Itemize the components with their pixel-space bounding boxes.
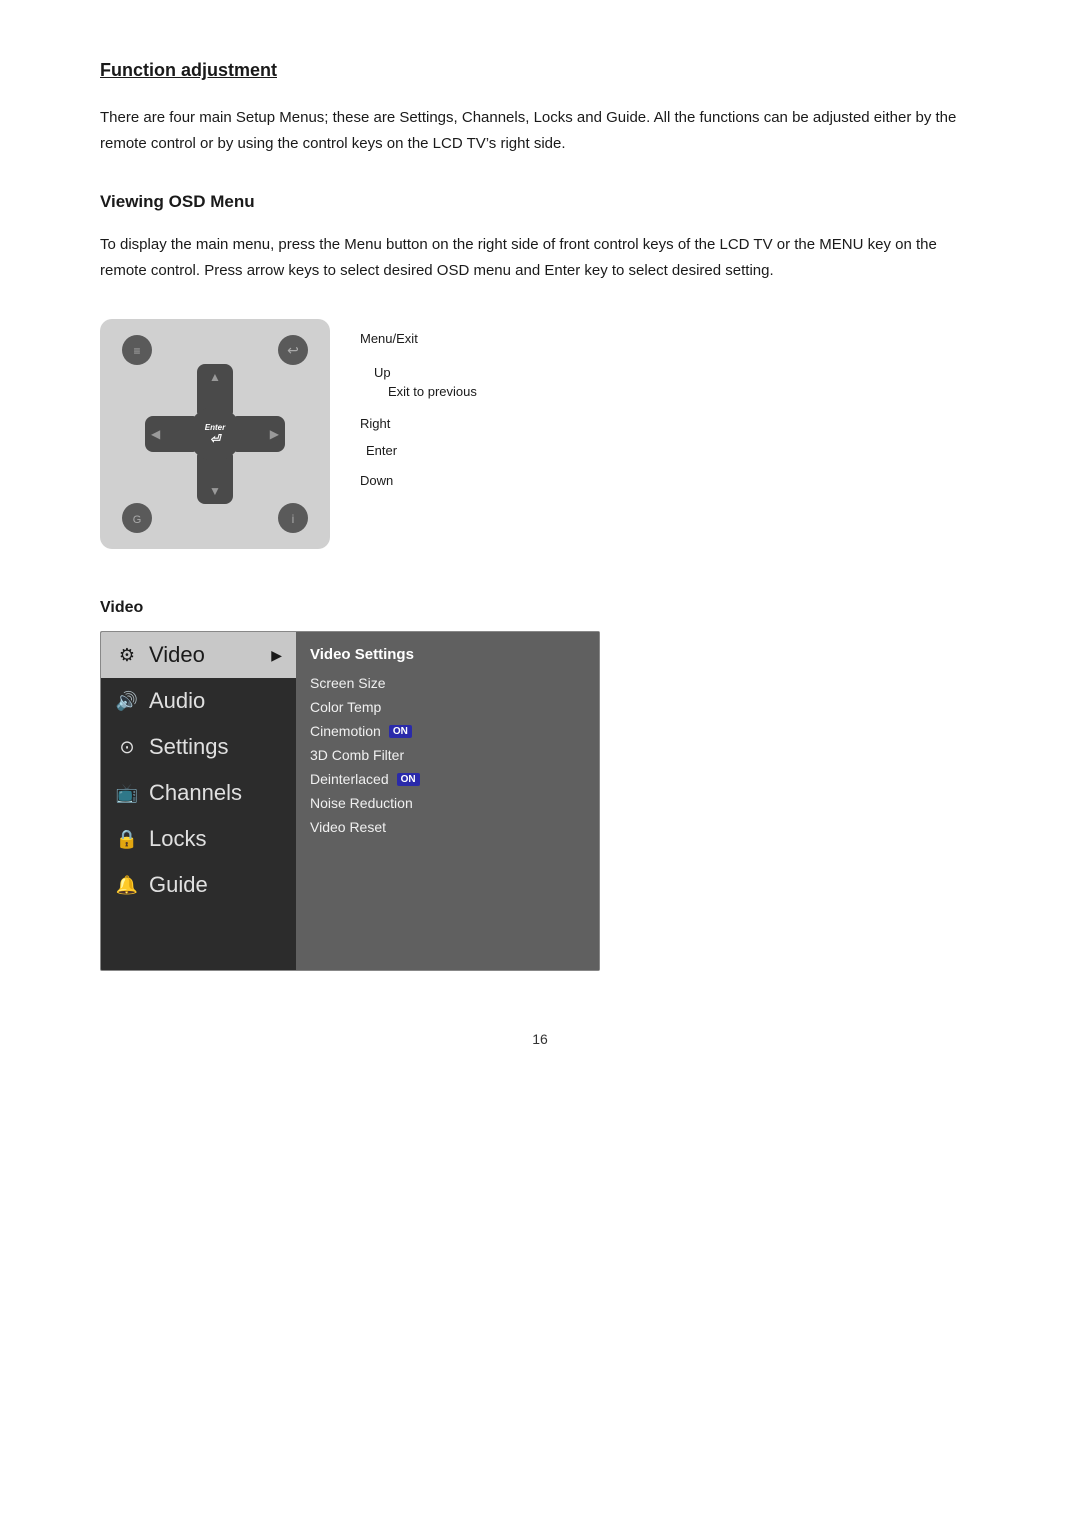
osd-right-panel: Video Settings Screen Size Color Temp Ci… <box>296 632 599 970</box>
bottom-right-button: i <box>278 503 308 533</box>
channels-label: Channels <box>149 780 242 806</box>
label-right: Right <box>360 416 390 431</box>
dpad-right: ▶ <box>235 416 285 452</box>
locks-label: Locks <box>149 826 206 852</box>
label-down: Down <box>360 473 393 488</box>
remote-diagram: ≡ ↩ ▲ ▼ ◀ ▶ Enter ⏎ <box>100 319 980 549</box>
settings-icon: ⊙ <box>115 737 139 758</box>
viewing-osd-body: To display the main menu, press the Menu… <box>100 232 980 283</box>
osd-menu: ⚙ Video ▶ 🔊 Audio ⊙ Settings 📺 Channels … <box>100 631 600 971</box>
video-icon: ⚙ <box>115 645 139 666</box>
video-arrow: ▶ <box>271 647 282 664</box>
svg-text:i: i <box>292 512 295 526</box>
label-up: Up <box>374 363 477 383</box>
osd-item-guide[interactable]: 🔔 Guide <box>101 862 296 908</box>
osd-left-panel: ⚙ Video ▶ 🔊 Audio ⊙ Settings 📺 Channels … <box>101 632 296 970</box>
submenu-video-reset[interactable]: Video Reset <box>310 815 585 839</box>
label-exit-prev: Exit to previous <box>388 382 477 402</box>
svg-text:G: G <box>133 514 142 526</box>
submenu-color-temp[interactable]: Color Temp <box>310 695 585 719</box>
cinemotion-on-badge: ON <box>389 725 412 738</box>
audio-icon: 🔊 <box>115 691 139 712</box>
osd-item-settings[interactable]: ⊙ Settings <box>101 724 296 770</box>
video-label: Video <box>149 642 205 668</box>
submenu-deinterlaced[interactable]: Deinterlaced ON <box>310 767 585 791</box>
audio-label: Audio <box>149 688 205 714</box>
guide-icon: 🔔 <box>115 875 139 896</box>
function-adjustment-body: There are four main Setup Menus; these a… <box>100 105 980 156</box>
osd-item-video[interactable]: ⚙ Video ▶ <box>101 632 296 678</box>
top-right-button: ↩ <box>278 335 308 365</box>
submenu-noise-reduction[interactable]: Noise Reduction <box>310 791 585 815</box>
deinterlaced-on-badge: ON <box>397 773 420 786</box>
submenu-cinemotion[interactable]: Cinemotion ON <box>310 719 585 743</box>
guide-label: Guide <box>149 872 208 898</box>
settings-label: Settings <box>149 734 229 760</box>
svg-text:≡: ≡ <box>133 344 140 358</box>
dpad-down: ▼ <box>197 454 233 504</box>
osd-item-audio[interactable]: 🔊 Audio <box>101 678 296 724</box>
svg-text:↩: ↩ <box>287 342 299 358</box>
locks-icon: 🔒 <box>115 829 139 850</box>
osd-item-locks[interactable]: 🔒 Locks <box>101 816 296 862</box>
remote-labels: Menu/Exit Up Exit to previous Right Ente… <box>360 319 477 490</box>
section-title-function: Function adjustment <box>100 60 980 81</box>
label-enter: Enter <box>366 443 397 458</box>
dpad-enter: Enter ⏎ <box>188 407 242 461</box>
submenu-screen-size[interactable]: Screen Size <box>310 671 585 695</box>
subsection-title-osd: Viewing OSD Menu <box>100 192 980 212</box>
top-left-button: ≡ <box>122 335 152 365</box>
bottom-left-button: G <box>122 503 152 533</box>
page-number: 16 <box>100 1031 980 1047</box>
remote-image: ≡ ↩ ▲ ▼ ◀ ▶ Enter ⏎ <box>100 319 330 549</box>
submenu-header: Video Settings <box>310 642 585 667</box>
label-menu-exit: Menu/Exit <box>360 331 418 346</box>
channels-icon: 📺 <box>115 783 139 804</box>
video-section-title: Video <box>100 599 980 617</box>
submenu-3d-comb[interactable]: 3D Comb Filter <box>310 743 585 767</box>
dpad: ▲ ▼ ◀ ▶ Enter ⏎ <box>145 364 285 504</box>
osd-item-channels[interactable]: 📺 Channels <box>101 770 296 816</box>
